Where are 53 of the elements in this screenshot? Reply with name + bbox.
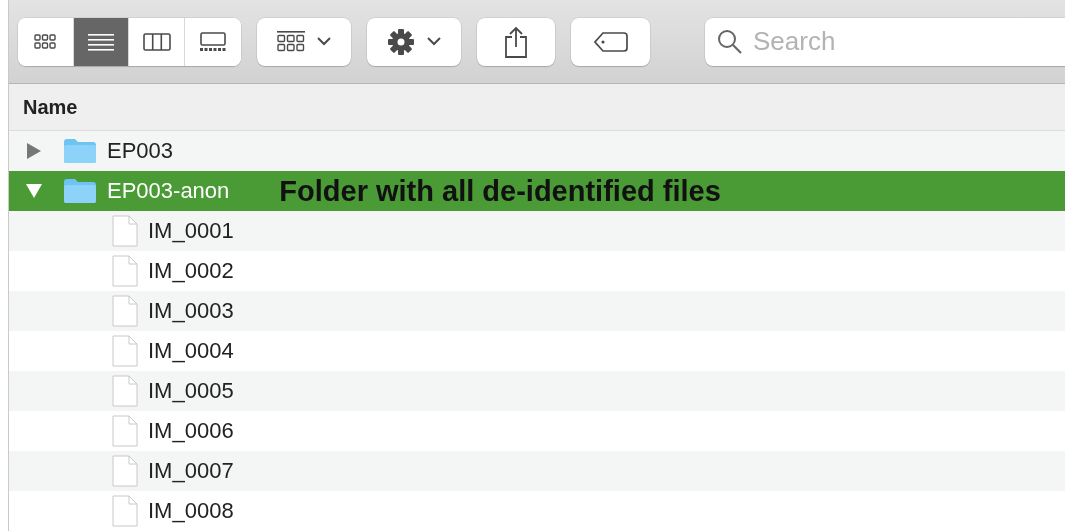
share-button[interactable]: [476, 17, 556, 66]
folder-row[interactable]: EP003: [9, 131, 1065, 171]
gear-icon: [386, 27, 415, 56]
file-name: IM_0005: [148, 378, 234, 404]
view-mode-button[interactable]: [184, 17, 241, 66]
file-name: IM_0006: [148, 418, 234, 444]
chevron-down-icon: [316, 37, 331, 46]
folder-row[interactable]: EP003-anon Folder with all de-identified files: [9, 171, 1065, 211]
expanded-triangle-icon[interactable]: [26, 184, 42, 198]
file-row[interactable]: IM_0007: [9, 451, 1065, 491]
file-name: IM_0004: [148, 338, 234, 364]
chevron-down-icon: [426, 37, 441, 46]
file-row[interactable]: IM_0004: [9, 331, 1065, 371]
file-icon: [112, 255, 138, 287]
folder-icon: [63, 138, 97, 164]
column-header[interactable]: Name: [23, 95, 78, 119]
file-row[interactable]: IM_0005: [9, 371, 1065, 411]
file-icon: [112, 415, 138, 447]
view-mode-button[interactable]: [18, 17, 74, 66]
group-button[interactable]: [256, 17, 351, 66]
share-icon: [504, 25, 528, 58]
file-name: IM_0001: [148, 218, 234, 244]
file-row[interactable]: IM_0001: [9, 211, 1065, 251]
column-view-icon: [142, 32, 171, 51]
file-name: IM_0002: [148, 258, 234, 284]
list-view-icon: [88, 32, 114, 51]
file-row[interactable]: IM_0003: [9, 291, 1065, 331]
tag-button[interactable]: [571, 17, 650, 66]
collapsed-triangle-icon[interactable]: [27, 143, 41, 159]
file-icon: [112, 495, 138, 527]
file-name: IM_0007: [148, 458, 234, 484]
file-icon: [112, 375, 138, 407]
group-icon: [276, 30, 305, 53]
action-button[interactable]: [366, 17, 461, 66]
folder-name: EP003: [107, 138, 174, 164]
file-row[interactable]: IM_0008: [9, 491, 1065, 531]
file-row[interactable]: IM_0002: [9, 251, 1065, 291]
search-field[interactable]: Search: [705, 17, 1065, 66]
view-mode-button[interactable]: [73, 17, 130, 66]
tag-icon: [593, 31, 628, 52]
file-name: IM_0008: [148, 498, 234, 524]
icon-view-icon: [34, 33, 57, 50]
folder-icon: [63, 178, 97, 204]
file-name: IM_0003: [148, 298, 234, 324]
annotation-text: Folder with all de-identified files: [279, 174, 721, 208]
file-row[interactable]: IM_0006: [9, 411, 1065, 451]
file-icon: [112, 295, 138, 327]
file-icon: [112, 215, 138, 247]
file-icon: [112, 455, 138, 487]
gallery-view-icon: [198, 31, 227, 52]
file-icon: [112, 335, 138, 367]
folder-name: EP003-anon: [107, 178, 230, 204]
view-mode-button[interactable]: [129, 17, 185, 66]
